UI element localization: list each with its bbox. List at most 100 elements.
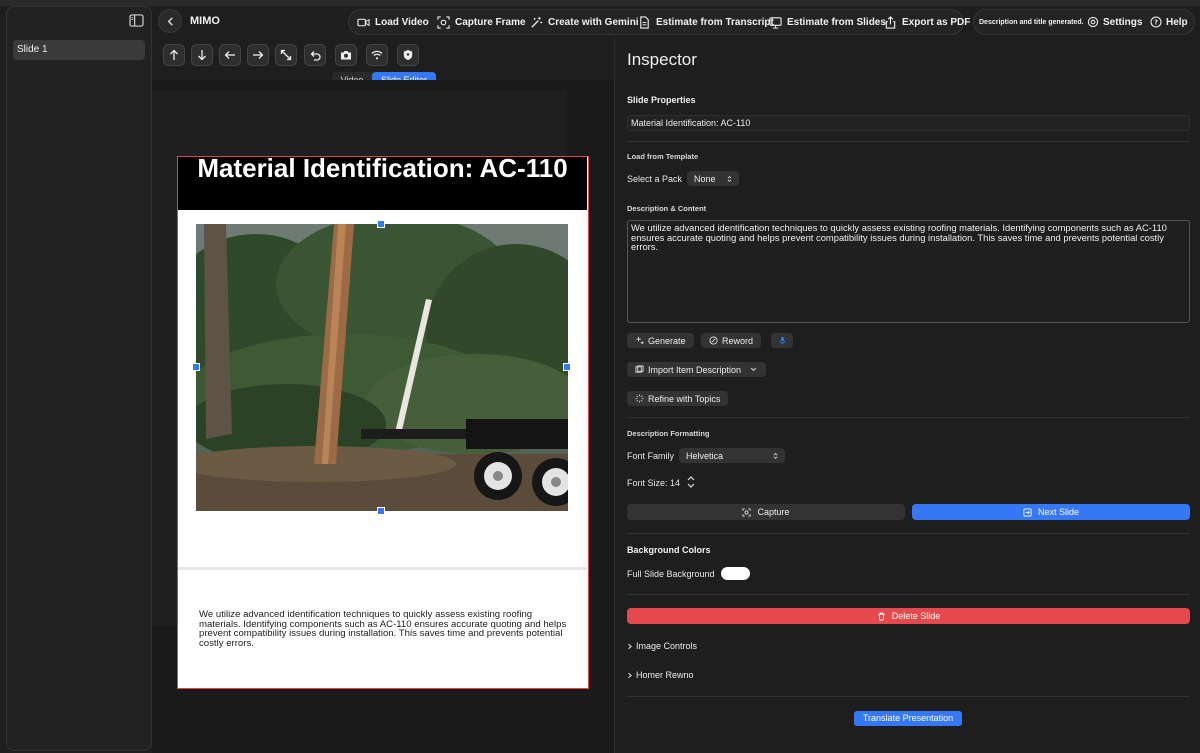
slide-title-field[interactable]: Material Identification: AC-110 <box>627 115 1190 131</box>
homer-rewno-disclosure[interactable]: Homer Rewno <box>627 670 694 680</box>
description-formatting-heading: Description Formatting <box>627 429 710 438</box>
wifi-icon <box>371 50 383 60</box>
app-window: Slide 1 MIMO Load Video Capture Frame Cr… <box>0 0 1200 753</box>
expand-button[interactable] <box>275 44 297 66</box>
updown-chevron-icon <box>773 452 778 459</box>
refine-with-topics-button[interactable]: Refine with Topics <box>627 391 729 406</box>
help-icon: ? <box>1150 16 1162 28</box>
capture-frame-icon <box>437 16 450 29</box>
divider <box>627 594 1190 595</box>
generate-button[interactable]: Generate <box>627 333 694 348</box>
video-icon <box>357 18 370 27</box>
estimate-from-slides-button[interactable]: Estimate from Slides <box>769 16 886 29</box>
gear-icon <box>1087 16 1099 28</box>
font-family-dropdown[interactable]: Helvetica <box>679 448 785 463</box>
status-bar: Description and title generated. Setting… <box>973 9 1195 35</box>
shield-icon <box>403 50 413 60</box>
load-video-button[interactable]: Load Video <box>357 16 429 29</box>
sidebar-item-label: Slide 1 <box>17 44 48 55</box>
font-size-stepper[interactable] <box>685 474 697 490</box>
export-pdf-button[interactable]: Export as PDF <box>884 16 970 29</box>
move-right-button[interactable] <box>247 44 269 66</box>
slide-image[interactable] <box>196 224 568 511</box>
move-down-button[interactable] <box>191 44 213 66</box>
slide-preview[interactable]: Material Identification: AC-110 We utili… <box>177 156 589 689</box>
resize-handle-left[interactable] <box>192 363 200 371</box>
arrow-down-icon <box>198 50 206 61</box>
back-button[interactable] <box>158 9 182 33</box>
description-textarea[interactable]: We utilize advanced identification techn… <box>627 220 1190 323</box>
expand-icon <box>280 49 292 61</box>
chevron-right-icon <box>628 672 632 678</box>
svg-text:?: ? <box>1154 19 1158 27</box>
undo-button[interactable] <box>304 44 326 66</box>
capture-frame-icon <box>742 507 752 517</box>
share-icon <box>885 16 896 29</box>
slide-divider <box>178 567 587 570</box>
chevron-left-icon <box>167 16 173 26</box>
sidebar-toggle-icon[interactable] <box>129 14 145 28</box>
next-slide-button[interactable]: Next Slide <box>912 504 1190 520</box>
slide-title-bar: Material Identification: AC-110 <box>178 157 587 210</box>
divider <box>627 533 1190 534</box>
camera-icon <box>341 51 351 60</box>
divider <box>627 417 1190 418</box>
estimate-from-transcript-button[interactable]: Estimate from Transcript <box>638 16 774 29</box>
font-size-label: Font Size: 14 <box>627 478 681 488</box>
dictate-button[interactable] <box>771 333 793 348</box>
slide-properties-heading: Slide Properties <box>627 95 696 105</box>
resize-handle-right[interactable] <box>563 363 571 371</box>
description-content-heading: Description & Content <box>627 204 707 213</box>
status-message: Description and title generated. <box>979 19 1084 26</box>
inspector-panel: Inspector Slide Properties Material Iden… <box>614 38 1200 753</box>
reword-button[interactable]: Reword <box>701 333 762 348</box>
app-title: MIMO <box>190 15 220 27</box>
select-pack-label: Select a Pack <box>627 174 683 184</box>
updown-chevron-icon <box>727 175 732 182</box>
slides-sidebar: Slide 1 <box>6 6 152 751</box>
chevron-right-icon <box>628 643 632 649</box>
shield-button[interactable] <box>397 44 419 66</box>
arrow-right-icon <box>253 51 264 59</box>
background-colors-heading: Background Colors <box>627 545 711 555</box>
sidebar-item-slide-1[interactable]: Slide 1 <box>13 40 145 60</box>
microphone-icon <box>779 336 785 345</box>
delete-slide-button[interactable]: Delete Slide <box>627 608 1190 624</box>
settings-button[interactable]: Settings <box>1087 16 1142 28</box>
camera-button[interactable] <box>335 44 357 66</box>
document-icon <box>640 16 649 29</box>
undo-icon <box>310 51 321 61</box>
translate-presentation-button[interactable]: Translate Presentation <box>854 711 962 726</box>
stepper-chevrons-icon <box>687 476 695 488</box>
capture-button[interactable]: Capture <box>627 504 905 520</box>
title-strip <box>0 0 1200 6</box>
slide-title[interactable]: Material Identification: AC-110 <box>178 157 587 183</box>
full-slide-background-label: Full Slide Background <box>627 569 715 579</box>
inspector-title: Inspector <box>627 50 697 69</box>
font-family-label: Font Family <box>627 451 675 461</box>
slide-description[interactable]: We utilize advanced identification techn… <box>199 610 571 648</box>
move-up-button[interactable] <box>163 44 185 66</box>
sparkle-icon <box>636 336 644 345</box>
full-slide-background-color-well[interactable] <box>721 567 750 580</box>
create-with-gemini-button[interactable]: Create with Gemini <box>530 16 639 29</box>
reword-icon <box>709 336 718 345</box>
resize-handle-top[interactable] <box>377 220 385 228</box>
import-item-description-button[interactable]: Import Item Description <box>627 362 767 377</box>
wifi-button[interactable] <box>366 44 388 66</box>
arrow-left-icon <box>224 51 235 59</box>
resize-handle-bottom[interactable] <box>377 507 385 515</box>
image-controls-disclosure[interactable]: Image Controls <box>627 641 697 651</box>
chevron-down-icon <box>750 367 757 372</box>
select-pack-dropdown[interactable]: None <box>687 171 739 186</box>
arrow-up-icon <box>170 49 178 60</box>
slides-icon <box>769 17 782 29</box>
main-toolbar: Load Video Capture Frame Create with Gem… <box>348 9 970 35</box>
capture-frame-button[interactable]: Capture Frame <box>437 16 526 29</box>
load-from-template-heading: Load from Template <box>627 152 699 161</box>
divider <box>627 696 1190 697</box>
next-slide-icon <box>1023 507 1032 517</box>
move-left-button[interactable] <box>219 44 241 66</box>
help-button[interactable]: ? Help <box>1150 16 1188 28</box>
divider <box>627 141 1190 142</box>
